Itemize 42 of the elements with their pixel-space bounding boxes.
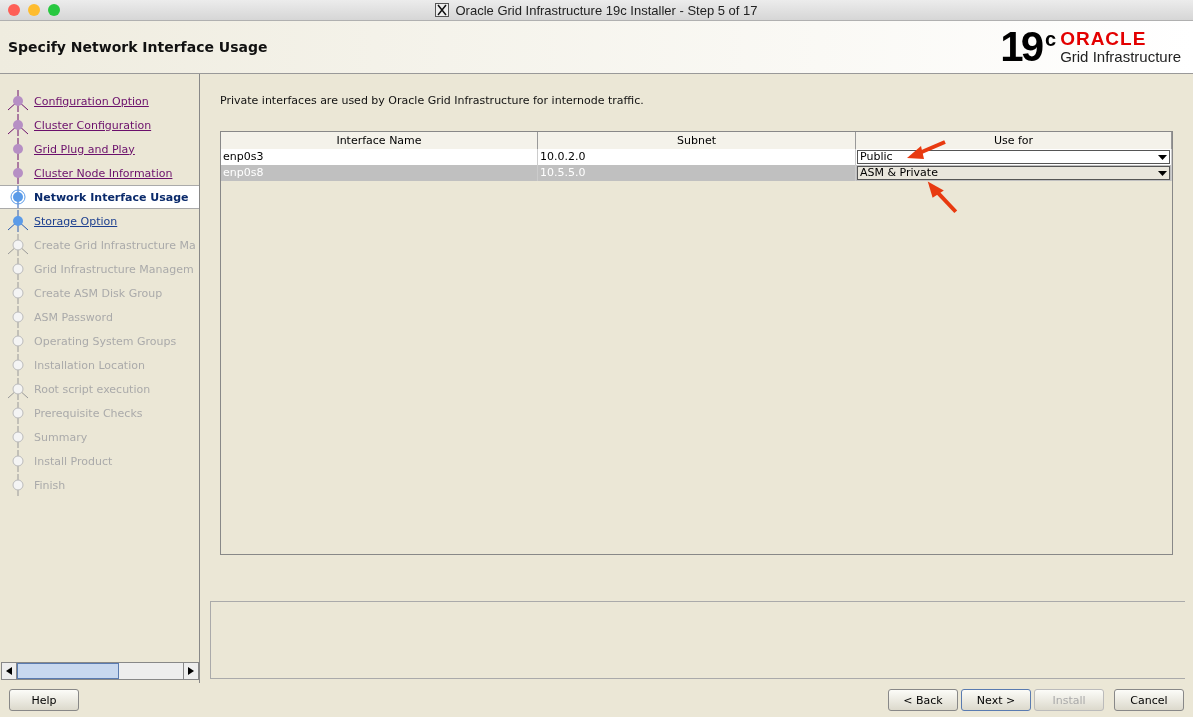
step-item[interactable]: Storage Option xyxy=(0,209,199,233)
step-node-icon xyxy=(7,114,29,136)
brand-logo: ORACLE xyxy=(1060,29,1148,48)
version-number: 19 xyxy=(1000,26,1041,68)
dialog-button[interactable]: Help xyxy=(9,689,79,711)
column-header: Use for xyxy=(856,132,1172,150)
dialog-button[interactable]: < Back xyxy=(888,689,958,711)
x-window-icon xyxy=(435,3,450,17)
dialog-button[interactable]: Next > xyxy=(961,689,1031,711)
step-item[interactable]: Grid Plug and Play xyxy=(0,137,199,161)
horizontal-scrollbar[interactable] xyxy=(1,662,199,680)
intro-text: Private interfaces are used by Oracle Grid Infrastructure for internode traffic. xyxy=(220,94,645,107)
right-arrow-icon[interactable] xyxy=(188,667,194,675)
step-node-icon xyxy=(7,186,29,208)
step-item[interactable]: Cluster Configuration xyxy=(0,113,199,137)
step-node-icon xyxy=(7,210,29,232)
step-item[interactable]: Configuration Option xyxy=(0,89,199,113)
scrollbar-thumb[interactable] xyxy=(17,663,119,679)
step-item[interactable]: Cluster Node Information xyxy=(0,161,199,185)
table-row[interactable]: enp0s8 10.5.5.0 ASM & Private xyxy=(221,165,1172,181)
step-node-icon xyxy=(7,90,29,112)
window-close-button[interactable] xyxy=(8,4,20,16)
table-cell: 10.0.2.0 xyxy=(538,149,856,165)
table-row[interactable]: enp0s3 10.0.2.0 Public xyxy=(221,149,1172,165)
version-superscript: c xyxy=(1045,28,1057,51)
use-for-dropdown[interactable]: Public xyxy=(857,150,1170,164)
left-arrow-icon[interactable] xyxy=(6,667,12,675)
step-node-icon xyxy=(7,378,29,400)
table-cell: enp0s3 xyxy=(221,149,538,165)
caret-icon[interactable] xyxy=(1158,154,1167,160)
product-name: Grid Infrastructure xyxy=(1060,48,1181,65)
use-for-dropdown[interactable]: ASM & Private xyxy=(857,166,1170,180)
step-item[interactable]: Network Interface Usage xyxy=(0,185,199,209)
window-title: Oracle Grid Infrastructure 19c Installer - Step 5 of 17 xyxy=(455,2,758,18)
column-header: Interface Name xyxy=(221,132,538,150)
table-cell: 10.5.5.0 xyxy=(538,165,856,181)
table-cell: enp0s8 xyxy=(221,165,538,181)
column-header: Subnet xyxy=(538,132,856,150)
caret-icon[interactable] xyxy=(1158,170,1167,176)
page-title: Specify Network Interface Usage xyxy=(8,39,268,55)
dialog-button[interactable]: Cancel xyxy=(1114,689,1184,711)
step-node-icon xyxy=(7,234,29,256)
